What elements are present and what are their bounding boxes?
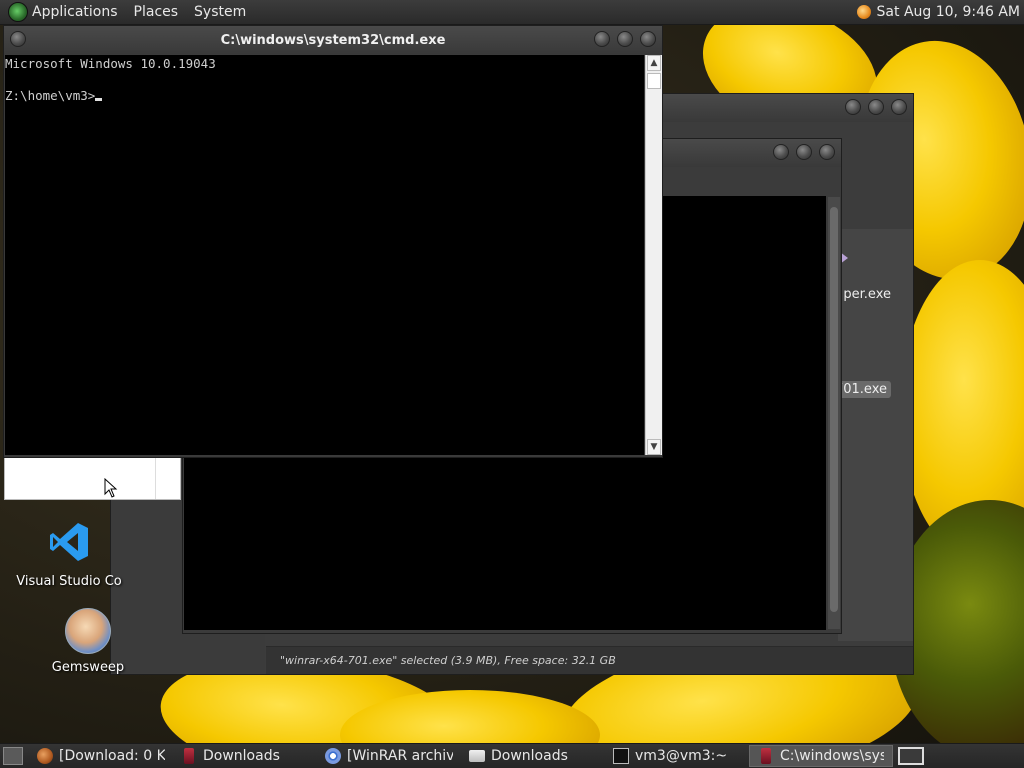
chrome-icon xyxy=(325,748,341,764)
taskbar-item-label: Downloads xyxy=(203,748,280,764)
gemsweeper-icon xyxy=(65,608,111,654)
cmd-window-title: C:\windows\system32\cmd.exe xyxy=(220,32,446,48)
cmd-titlebar[interactable]: C:\windows\system32\cmd.exe xyxy=(4,26,662,54)
clock[interactable]: Sat Aug 10, 9:46 AM xyxy=(877,4,1020,20)
terminal-icon xyxy=(613,748,629,764)
close-button[interactable] xyxy=(640,31,656,47)
applications-menu[interactable]: Applications xyxy=(28,4,126,20)
window-menu-button[interactable] xyxy=(10,31,26,47)
taskbar-item-active[interactable]: C:\windows\sys... xyxy=(749,745,893,767)
taskbar-item[interactable]: Downloads xyxy=(461,745,605,767)
console-prompt: Z:\home\vm3> xyxy=(5,88,96,103)
taskbar: [Download: 0 K... Downloads [WinRAR arch… xyxy=(0,743,1024,768)
close-button[interactable] xyxy=(891,99,907,115)
minimize-button[interactable] xyxy=(845,99,861,115)
close-button[interactable] xyxy=(819,144,835,160)
mouse-pointer-icon xyxy=(104,478,118,498)
taskbar-item-label: [WinRAR archiv... xyxy=(347,748,453,764)
background-window-panel[interactable] xyxy=(4,456,181,500)
distro-logo-icon[interactable] xyxy=(8,2,28,22)
top-panel: Applications Places System Sat Aug 10, 9… xyxy=(0,0,1024,25)
cmd-window[interactable]: C:\windows\system32\cmd.exe Microsoft Wi… xyxy=(3,25,663,458)
taskbar-item-label: [Download: 0 K... xyxy=(59,748,165,764)
taskbar-item-label: Downloads xyxy=(491,748,568,764)
console-prompt-line: Z:\home\vm3> xyxy=(5,88,644,104)
text-cursor xyxy=(95,98,103,101)
taskbar-item-label: C:\windows\sys... xyxy=(780,748,884,764)
firefox-icon xyxy=(37,748,53,764)
notification-icon[interactable] xyxy=(856,5,871,19)
cmd-console[interactable]: Microsoft Windows 10.0.19043 Z:\home\vm3… xyxy=(5,55,644,455)
system-menu[interactable]: System xyxy=(186,4,254,20)
maximize-button[interactable] xyxy=(868,99,884,115)
file-list[interactable]: per.exe -701.exe xyxy=(826,229,913,641)
scrollbar-thumb[interactable] xyxy=(830,207,838,612)
console-line: Microsoft Windows 10.0.19043 xyxy=(5,56,216,71)
terminal-scrollbar[interactable] xyxy=(828,197,840,629)
folder-icon xyxy=(469,750,485,762)
taskbar-item[interactable]: [Download: 0 K... xyxy=(29,745,173,767)
desktop-icon-gemsweeper[interactable]: Gemsweep xyxy=(33,608,143,675)
minimize-button[interactable] xyxy=(594,31,610,47)
desktop-icon-label: Gemsweep xyxy=(51,660,125,675)
taskbar-item-label: vm3@vm3:~ xyxy=(635,748,728,764)
taskbar-item[interactable]: vm3@vm3:~ xyxy=(605,745,749,767)
places-menu[interactable]: Places xyxy=(126,4,187,20)
clock-area[interactable]: Sat Aug 10, 9:46 AM xyxy=(856,4,1024,20)
desktop-icon-vscode[interactable]: Visual Studio Co xyxy=(14,520,124,589)
scroll-up-arrow-icon[interactable]: ▲ xyxy=(647,55,661,71)
minimize-button[interactable] xyxy=(773,144,789,160)
scrollbar-thumb[interactable] xyxy=(647,73,661,89)
maximize-button[interactable] xyxy=(796,144,812,160)
winrar-icon xyxy=(184,748,194,764)
taskbar-item[interactable]: Downloads xyxy=(173,745,317,767)
workspace-switcher[interactable] xyxy=(898,747,924,765)
show-desktop-icon[interactable] xyxy=(3,747,23,765)
maximize-button[interactable] xyxy=(617,31,633,47)
vscode-icon xyxy=(50,523,88,561)
file-item[interactable]: per.exe xyxy=(843,287,891,302)
status-bar: "winrar-x64-701.exe" selected (3.9 MB), … xyxy=(266,646,913,674)
taskbar-item[interactable]: [WinRAR archiv... xyxy=(317,745,461,767)
scroll-down-arrow-icon[interactable]: ▼ xyxy=(647,439,661,455)
cmd-scrollbar[interactable]: ▲ ▼ xyxy=(645,55,662,455)
winrar-icon xyxy=(761,748,771,764)
desktop-icon-label: Visual Studio Co xyxy=(16,574,122,589)
